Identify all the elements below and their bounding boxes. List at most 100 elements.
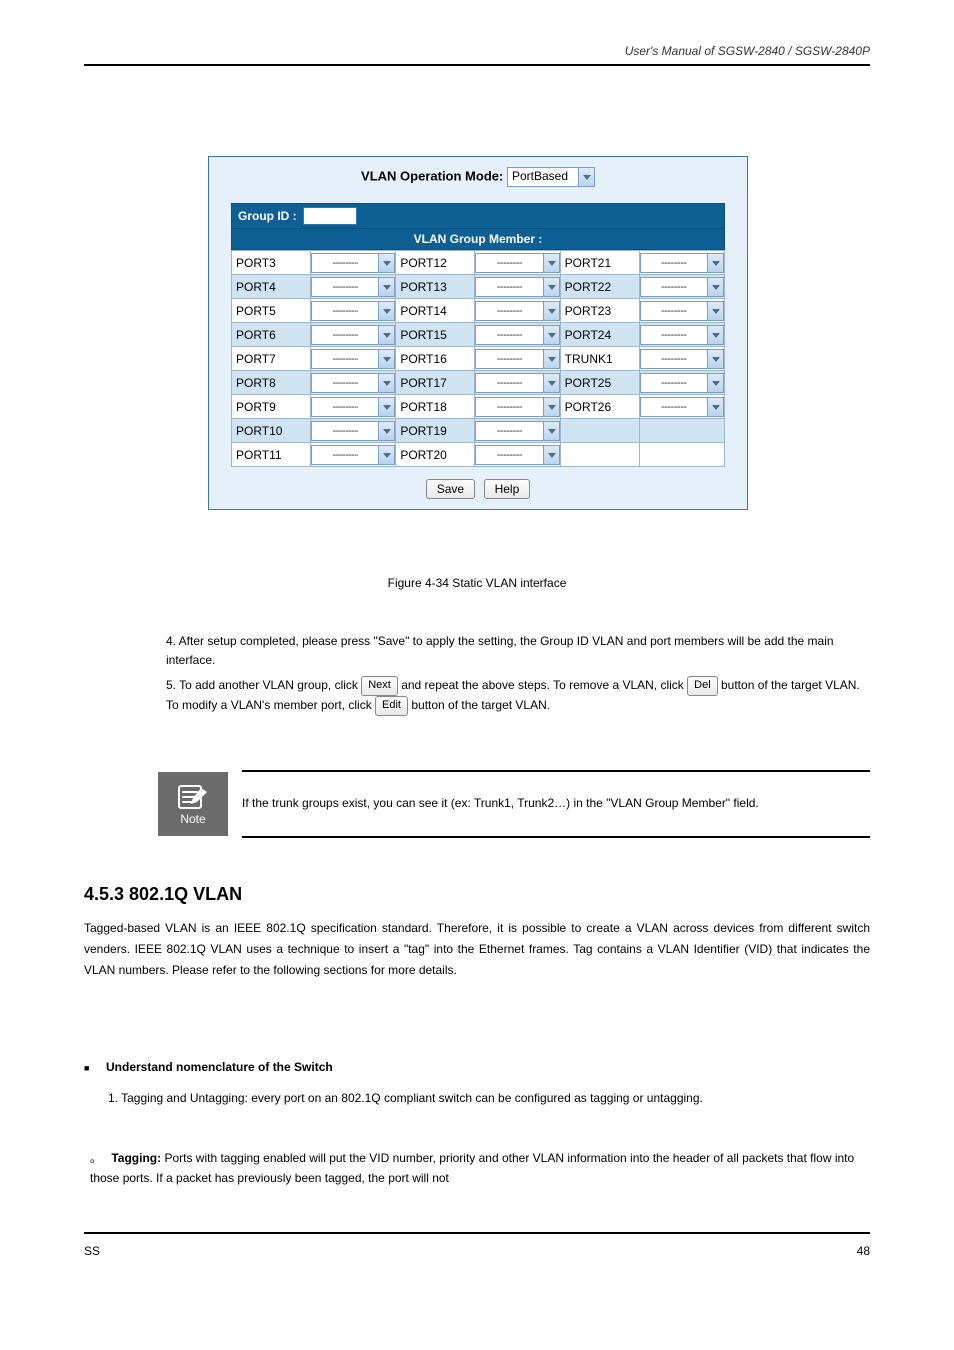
port-select-cell: -------- [475,299,560,323]
edit-button[interactable]: Edit [375,696,408,716]
port-member-select[interactable]: -------- [475,397,559,417]
vlan-mode-row: VLAN Operation Mode: PortBased [209,157,747,203]
port-select-cell: -------- [310,275,395,299]
footer-left: SS [84,1244,100,1258]
port-member-select[interactable]: -------- [311,349,395,369]
port-member-select[interactable]: -------- [475,301,559,321]
port-select-cell: -------- [310,443,395,467]
instruction-step-4: 4. After setup completed, please press "… [166,632,870,670]
port-member-select[interactable]: -------- [311,445,395,465]
port-member-select[interactable]: -------- [640,325,724,345]
port-member-value: -------- [476,257,542,269]
port-member-select[interactable]: -------- [640,349,724,369]
table-row: PORT4--------PORT13--------PORT22-------… [232,275,725,299]
group-id-input[interactable] [303,207,357,225]
port-member-select[interactable]: -------- [640,373,724,393]
tagging-term: Tagging: [111,1151,161,1165]
tagging-rest: Ports with tagging enabled will put the … [90,1151,854,1185]
port-member-select[interactable]: -------- [475,373,559,393]
port-member-select[interactable]: -------- [475,325,559,345]
vlan-group-member-title: VLAN Group Member : [231,228,725,250]
port-label: PORT23 [560,299,639,323]
port-member-value: -------- [312,305,378,317]
section-heading: 4.5.3 802.1Q VLAN [84,884,242,905]
port-member-table: PORT3--------PORT12--------PORT21-------… [231,250,725,467]
bullet-heading: Understand nomenclature of the Switch [88,1060,333,1074]
port-member-value: -------- [476,281,542,293]
port-member-value: -------- [476,329,542,341]
port-member-select[interactable]: -------- [640,397,724,417]
port-member-select[interactable]: -------- [311,373,395,393]
chevron-down-icon [707,350,723,368]
group-id-row: Group ID : [231,203,725,228]
table-row: PORT3--------PORT12--------PORT21-------… [232,251,725,275]
port-select-cell: -------- [475,323,560,347]
port-member-value: -------- [312,257,378,269]
port-member-select[interactable]: -------- [475,445,559,465]
note-rule-bottom [242,836,870,838]
port-select-cell: -------- [310,371,395,395]
port-member-select[interactable]: -------- [475,253,559,273]
group-id-label: Group ID : [238,209,303,223]
port-member-select[interactable]: -------- [311,421,395,441]
port-member-value: -------- [312,425,378,437]
port-member-select[interactable]: -------- [475,421,559,441]
port-member-value: -------- [476,353,542,365]
port-label: PORT24 [560,323,639,347]
port-label: PORT8 [232,371,311,395]
port-label: PORT21 [560,251,639,275]
footer-page-number: 48 [857,1244,870,1258]
instruction-step-5: 5. To add another VLAN group, click Next… [166,676,870,715]
port-member-select[interactable]: -------- [475,349,559,369]
port-member-select[interactable]: -------- [311,397,395,417]
chevron-down-icon [543,254,559,272]
del-button[interactable]: Del [687,676,718,696]
section-paragraph: Tagged-based VLAN is an IEEE 802.1Q spec… [84,918,870,981]
port-member-select[interactable]: -------- [311,253,395,273]
port-member-select[interactable]: -------- [640,253,724,273]
vlan-mode-value: PortBased [512,169,568,183]
port-select-cell: -------- [639,299,724,323]
save-button[interactable]: Save [426,479,475,499]
port-member-value: -------- [312,377,378,389]
port-member-value: -------- [641,329,707,341]
help-button[interactable]: Help [484,479,531,499]
port-label: PORT13 [396,275,475,299]
note-text: If the trunk groups exist, you can see i… [228,794,870,813]
port-member-select[interactable]: -------- [311,301,395,321]
port-member-select[interactable]: -------- [475,277,559,297]
port-select-cell: -------- [310,395,395,419]
port-member-value: -------- [476,305,542,317]
port-select-cell: -------- [639,347,724,371]
port-member-value: -------- [312,401,378,413]
port-select-cell: -------- [639,395,724,419]
chevron-down-icon [543,302,559,320]
port-member-select[interactable]: -------- [311,277,395,297]
instructions-block: 4. After setup completed, please press "… [166,632,870,722]
chevron-down-icon [378,350,394,368]
port-select-cell: -------- [475,371,560,395]
next-button[interactable]: Next [361,676,398,696]
port-member-select[interactable]: -------- [640,277,724,297]
vlan-mode-label: VLAN Operation Mode: [361,168,503,183]
instr5b: and repeat the above steps. To remove a … [401,678,687,692]
port-select-cell: -------- [639,251,724,275]
port-select-cell: -------- [475,251,560,275]
chevron-down-icon [378,254,394,272]
port-label: PORT25 [560,371,639,395]
port-member-select[interactable]: -------- [311,325,395,345]
chevron-down-icon [378,326,394,344]
port-member-select[interactable]: -------- [640,301,724,321]
chevron-down-icon [543,278,559,296]
port-label: PORT5 [232,299,311,323]
vlan-mode-select[interactable]: PortBased [507,167,595,187]
port-select-cell [639,443,724,467]
chevron-down-icon [707,374,723,392]
chevron-down-icon [543,398,559,416]
port-label: PORT9 [232,395,311,419]
port-select-cell [639,419,724,443]
port-label: PORT4 [232,275,311,299]
port-member-value: -------- [476,449,542,461]
chevron-down-icon [707,326,723,344]
table-row: PORT5--------PORT14--------PORT23-------… [232,299,725,323]
